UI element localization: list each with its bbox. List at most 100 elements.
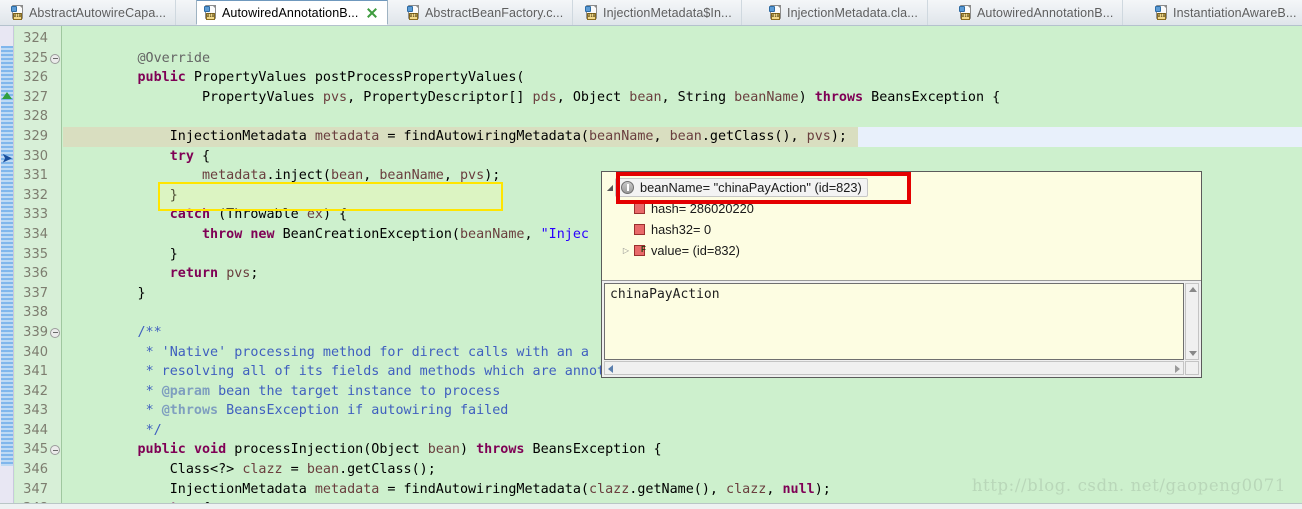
debug-current-instruction-icon: ➤: [1, 151, 13, 165]
code-editor[interactable]: ➤ 324 325 326 327 328 329 330 331 332 333 334 335 33…: [0, 26, 1302, 509]
scroll-left-arrow-icon[interactable]: [608, 365, 613, 373]
code-line[interactable]: PropertyValues pvs, PropertyDescriptor[]…: [63, 88, 1302, 108]
line-number-label: 324: [23, 31, 48, 46]
final-field-icon: [634, 239, 646, 260]
line-number-label: 333: [23, 207, 48, 223]
editor-tab-4[interactable]: 010 InjectionMetadata.cla...: [762, 0, 928, 25]
editor-tab-label: AbstractAutowireCapa...: [29, 5, 167, 20]
code-token: pds: [532, 89, 557, 105]
code-token: .inject(: [266, 168, 332, 184]
fold-collapse-icon[interactable]: [50, 327, 60, 338]
fold-collapse-icon[interactable]: [50, 445, 60, 456]
close-icon[interactable]: [366, 7, 378, 19]
inspect-tree-row[interactable]: ◢ beanName= "chinaPayAction" (id=823): [602, 177, 1201, 198]
fold-collapse-icon[interactable]: [50, 53, 60, 64]
scroll-down-arrow-icon[interactable]: [1189, 351, 1197, 356]
code-token: .getClass();: [339, 462, 436, 478]
code-token: bean the target instance to process: [210, 383, 501, 399]
code-token: = findAutowiringMetadata(: [379, 481, 589, 497]
editor-tab-2[interactable]: 010 AbstractBeanFactory.c...: [400, 0, 574, 25]
editor-tab-3[interactable]: 010 InjectionMetadata$In...: [578, 0, 742, 25]
line-number: 341: [15, 362, 61, 382]
code-token: clazz: [726, 481, 767, 497]
code-line[interactable]: */: [63, 421, 1302, 441]
scroll-up-arrow-icon[interactable]: [1189, 287, 1197, 292]
inspect-tree-row[interactable]: ▷ value= (id=832): [602, 239, 1201, 261]
code-line[interactable]: * @throws BeansException if autowiring f…: [63, 401, 1302, 421]
code-token: ): [459, 442, 477, 458]
variable-inspect-popup[interactable]: ◢ beanName= "chinaPayAction" (id=823) hash…: [601, 171, 1202, 378]
line-number: 343: [15, 401, 61, 421]
code-line[interactable]: public void processInjection(Object bean…: [63, 440, 1302, 460]
line-number: 347: [15, 480, 61, 500]
line-number-label: 341: [23, 364, 48, 380]
detail-horizontal-scrollbar[interactable]: [604, 361, 1184, 375]
code-token: =: [282, 462, 307, 478]
line-number: 330: [15, 147, 61, 167]
editor-tab-label: InjectionMetadata$In...: [603, 5, 732, 20]
line-number-label: 346: [23, 462, 48, 478]
editor-tab-5[interactable]: 010 AutowiredAnnotationB...: [952, 0, 1124, 25]
detail-vertical-scrollbar[interactable]: [1185, 283, 1199, 360]
line-number-label: 329: [23, 128, 48, 144]
code-line[interactable]: @Override: [63, 49, 1302, 69]
inspect-tree-entry: hash= 286020220: [634, 198, 754, 219]
code-token: pvs: [226, 266, 251, 282]
code-token: BeanCreationException(: [274, 226, 460, 242]
line-number: 332: [15, 186, 61, 206]
line-number-label: 325: [23, 50, 48, 66]
code-token: */: [145, 422, 162, 438]
inspect-tree-row[interactable]: hash= 286020220: [602, 198, 1201, 219]
line-number: 337: [15, 284, 61, 304]
occurrence-marks: [1, 46, 13, 466]
code-token: }: [73, 285, 146, 301]
inspect-tree[interactable]: ◢ beanName= "chinaPayAction" (id=823) hash…: [602, 172, 1201, 280]
line-number-label: 338: [23, 305, 48, 321]
code-token: .getName(),: [629, 481, 727, 497]
inspect-tree-row[interactable]: hash32= 0: [602, 219, 1201, 240]
code-token: return: [169, 266, 219, 282]
line-number: 346: [15, 460, 61, 480]
overview-up-arrow-icon[interactable]: [2, 92, 12, 99]
line-number-label: 326: [23, 70, 48, 86]
code-token: );: [830, 128, 847, 144]
code-line[interactable]: [63, 29, 1302, 49]
line-number: 334: [15, 225, 61, 245]
line-number: 324: [15, 29, 61, 49]
code-line-current[interactable]: InjectionMetadata metadata = findAutowir…: [63, 126, 1302, 147]
line-number-label: 335: [23, 246, 48, 262]
code-token: (Throwable: [210, 207, 307, 223]
code-token: pvs: [806, 128, 831, 144]
scroll-right-arrow-icon[interactable]: [1175, 365, 1180, 373]
line-number-label: 345: [23, 442, 48, 458]
code-token: {: [193, 148, 211, 164]
class-file-icon: 010: [11, 5, 24, 20]
line-number-label: 328: [23, 109, 48, 125]
code-token: new: [250, 226, 275, 242]
code-token: }: [73, 187, 178, 203]
line-number-label: 327: [23, 89, 48, 105]
watermark-text: http://blog. csdn. net/gaopeng0071: [971, 476, 1286, 495]
code-token: *: [145, 383, 162, 399]
editor-tab-1[interactable]: 010 AutowiredAnnotationB...: [196, 0, 389, 25]
code-line[interactable]: * @param bean the target instance to pro…: [63, 382, 1302, 402]
class-file-icon: 010: [585, 5, 598, 20]
code-line[interactable]: [63, 107, 1302, 127]
code-line[interactable]: try {: [63, 147, 1302, 167]
collapsed-triangle-icon[interactable]: ▷: [618, 240, 634, 261]
detail-value-text[interactable]: chinaPayAction: [604, 283, 1184, 360]
code-token: pvs: [322, 89, 348, 105]
code-token: beanName: [460, 226, 525, 242]
editor-tab-0[interactable]: 010 AbstractAutowireCapa...: [4, 0, 177, 25]
annotation-ruler[interactable]: ➤: [0, 26, 14, 509]
inspect-tree-label: value= (id=832): [651, 243, 740, 258]
editor-tab-6[interactable]: 010 InstantiationAwareB...: [1148, 0, 1302, 25]
code-line[interactable]: public PropertyValues postProcessPropert…: [63, 68, 1302, 88]
code-token: bean: [331, 168, 364, 184]
code-token: ,: [524, 226, 541, 242]
